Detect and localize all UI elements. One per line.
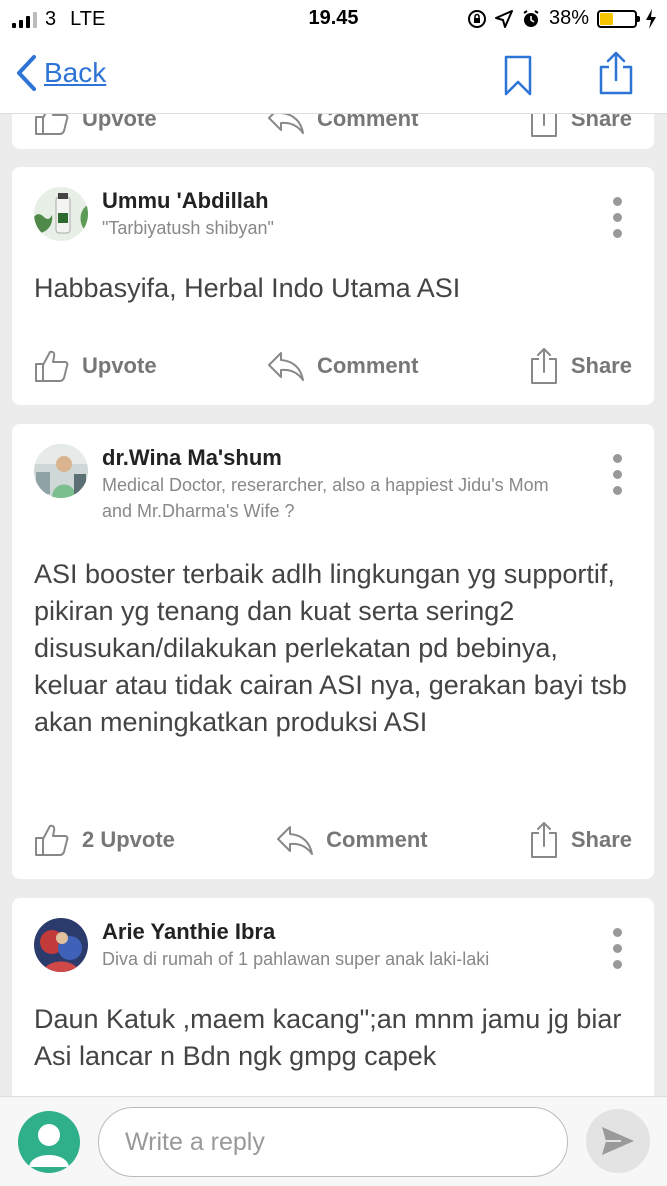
dot-icon xyxy=(612,454,622,463)
reply-arrow-icon xyxy=(267,114,304,134)
more-options-button[interactable] xyxy=(610,197,624,238)
share-icon xyxy=(530,348,557,384)
comment-button[interactable]: Comment xyxy=(276,824,428,856)
share-icon xyxy=(530,114,557,137)
reply-input[interactable] xyxy=(98,1107,568,1177)
reply-arrow-icon xyxy=(267,352,304,381)
dot-icon xyxy=(612,197,622,206)
author-photo-icon xyxy=(34,187,88,241)
share-button[interactable]: Share xyxy=(529,347,632,385)
share-page-button[interactable] xyxy=(596,50,636,101)
share-icon xyxy=(599,51,633,95)
reply-bar xyxy=(0,1096,667,1186)
share-icon xyxy=(530,822,557,858)
answer-text: ASI booster terbaik adlh lingkungan yg s… xyxy=(34,559,627,737)
comment-label: Comment xyxy=(326,827,428,852)
upvote-label: Upvote xyxy=(82,114,157,131)
dot-icon xyxy=(612,960,622,969)
author-info: Arie Yanthie Ibra Diva di rumah of 1 pah… xyxy=(102,918,489,972)
upvote-label: 2 Upvote xyxy=(82,827,175,852)
author-photo-icon xyxy=(34,444,88,498)
battery-icon xyxy=(597,9,640,28)
alarm-icon xyxy=(523,9,539,27)
author-name[interactable]: Ummu 'Abdillah xyxy=(102,187,274,215)
author-row[interactable]: Arie Yanthie Ibra Diva di rumah of 1 pah… xyxy=(34,918,489,972)
author-info: dr.Wina Ma'shum Medical Doctor, reserarc… xyxy=(102,444,562,524)
bookmark-button[interactable] xyxy=(502,54,534,103)
dot-icon xyxy=(612,928,622,937)
answer-actions: Upvote Comment Share xyxy=(34,346,632,386)
battery-percent: 38% xyxy=(548,7,589,29)
answer-card: Arie Yanthie Ibra Diva di rumah of 1 pah… xyxy=(12,898,654,1096)
author-row[interactable]: dr.Wina Ma'shum Medical Doctor, reserarc… xyxy=(34,444,562,524)
answer-text: Daun Katuk ,maem kacang";an mnm jamu jg … xyxy=(34,1004,622,1071)
share-label: Share xyxy=(570,114,632,131)
more-options-button[interactable] xyxy=(610,928,624,969)
upvote-button[interactable]: Upvote xyxy=(34,349,157,383)
back-button[interactable]: Back xyxy=(14,54,106,92)
thumbs-up-icon xyxy=(35,350,69,382)
answer-card-partial: Upvote Comment Share xyxy=(12,114,654,149)
author-credential: Diva di rumah of 1 pahlawan super anak l… xyxy=(102,949,490,969)
author-credential: "Tarbiyatush shibyan" xyxy=(102,218,274,238)
status-bar: 3 LTE 19.45 38% xyxy=(0,0,667,38)
author-name[interactable]: Arie Yanthie Ibra xyxy=(102,918,489,946)
avatar xyxy=(18,1111,80,1173)
avatar[interactable] xyxy=(34,444,88,498)
answer-text: Habbasyifa, Herbal Indo Utama ASI xyxy=(34,273,461,303)
thumbs-up-icon xyxy=(35,114,69,135)
bookmark-icon xyxy=(504,55,532,96)
chevron-left-icon xyxy=(17,55,36,91)
user-icon xyxy=(29,1124,69,1167)
author-info: Ummu 'Abdillah "Tarbiyatush shibyan" xyxy=(102,187,274,241)
answer-card: dr.Wina Ma'shum Medical Doctor, reserarc… xyxy=(12,424,654,879)
comment-label: Comment xyxy=(316,353,419,378)
back-label: Back xyxy=(44,57,107,88)
charging-icon xyxy=(646,8,656,29)
answer-actions: Upvote Comment Share xyxy=(34,114,632,139)
send-icon xyxy=(602,1127,634,1155)
comment-button[interactable]: Comment xyxy=(267,114,418,135)
answer-actions: 2 Upvote Comment Share xyxy=(34,820,632,860)
comment-button[interactable]: Comment xyxy=(267,350,418,382)
share-label: Share xyxy=(570,827,632,852)
avatar[interactable] xyxy=(34,187,88,241)
share-button[interactable]: Share xyxy=(529,821,632,859)
comment-label: Comment xyxy=(316,114,419,131)
upvote-label: Upvote xyxy=(82,353,157,378)
dot-icon xyxy=(612,486,622,495)
dot-icon xyxy=(612,470,622,479)
dot-icon xyxy=(612,213,622,222)
rotation-lock-icon xyxy=(467,9,486,28)
nav-bar: Back xyxy=(0,38,667,114)
author-credential: Medical Doctor, reserarcher, also a happ… xyxy=(102,475,549,521)
share-label: Share xyxy=(570,353,632,378)
status-right: 38% xyxy=(467,7,657,30)
thumbs-up-icon xyxy=(35,824,69,856)
author-row[interactable]: Ummu 'Abdillah "Tarbiyatush shibyan" xyxy=(34,187,274,241)
author-photo-icon xyxy=(34,918,88,972)
dot-icon xyxy=(612,944,622,953)
upvote-button[interactable]: Upvote xyxy=(34,114,157,136)
send-button[interactable] xyxy=(586,1109,650,1173)
upvote-button[interactable]: 2 Upvote xyxy=(34,823,175,857)
more-options-button[interactable] xyxy=(610,454,624,495)
reply-arrow-icon xyxy=(277,826,314,855)
dot-icon xyxy=(612,229,622,238)
author-name[interactable]: dr.Wina Ma'shum xyxy=(102,444,562,472)
answer-card: Ummu 'Abdillah "Tarbiyatush shibyan" Hab… xyxy=(12,167,654,405)
location-icon xyxy=(494,9,513,28)
answers-feed[interactable]: Upvote Comment Share Ummu 'Abdillah "Tar… xyxy=(0,114,667,1096)
avatar[interactable] xyxy=(34,918,88,972)
share-button[interactable]: Share xyxy=(529,114,632,138)
